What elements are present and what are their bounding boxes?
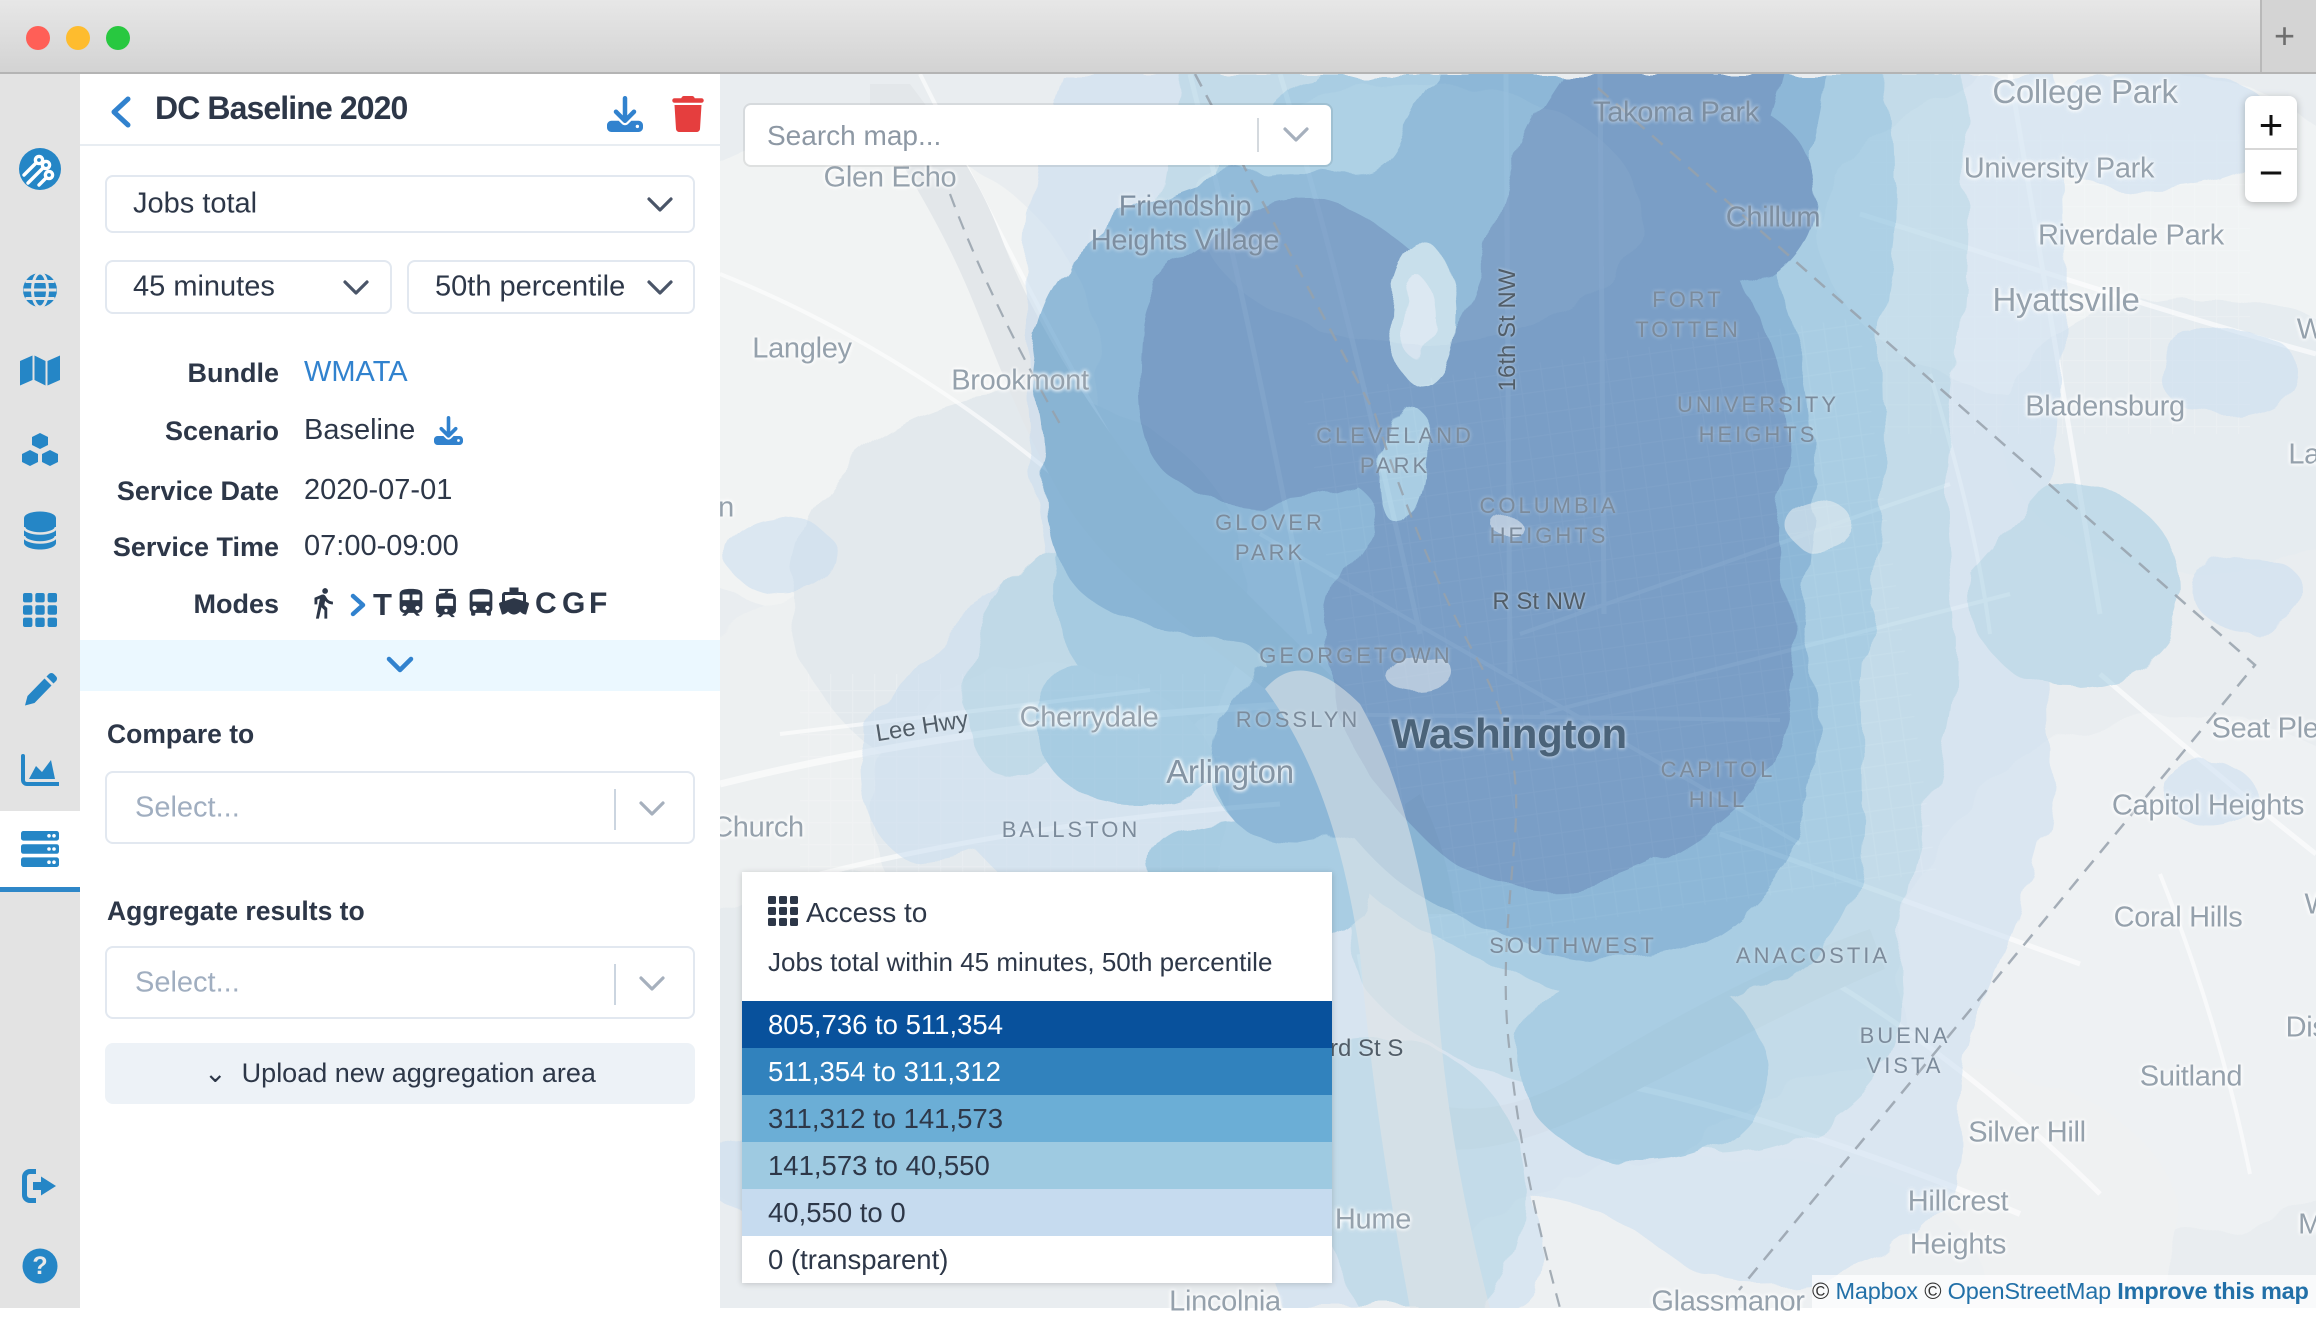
svg-text:?: ? xyxy=(32,1252,47,1280)
